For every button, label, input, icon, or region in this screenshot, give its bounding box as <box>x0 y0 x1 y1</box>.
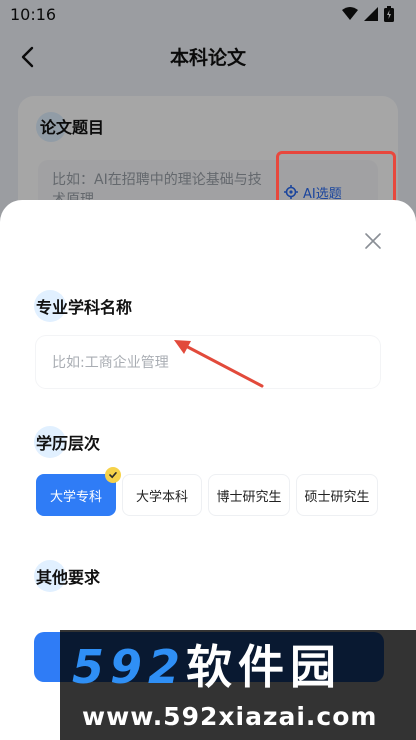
close-icon[interactable] <box>364 232 382 250</box>
degree-options: 大学专科 大学本科 博士研究生 硕士研究生 <box>36 467 378 516</box>
degree-option-label: 硕士研究生 <box>304 489 370 505</box>
watermark-logo: 592软件园 <box>72 640 343 694</box>
watermark: 592软件园 www.592xiazai.com <box>60 630 416 740</box>
degree-section-title-wrap: 学历层次 <box>34 426 101 458</box>
degree-option-junior-college[interactable]: 大学专科 <box>36 467 121 516</box>
other-section-title: 其他要求 <box>36 568 101 587</box>
degree-section-title: 学历层次 <box>36 434 101 453</box>
major-section-title: 专业学科名称 <box>36 298 133 317</box>
major-placeholder: 比如:工商企业管理 <box>52 355 169 371</box>
degree-option-doctoral[interactable]: 博士研究生 <box>208 474 290 516</box>
degree-option-bachelor[interactable]: 大学本科 <box>122 474 202 516</box>
degree-option-master[interactable]: 硕士研究生 <box>296 474 378 516</box>
degree-option-label: 博士研究生 <box>216 489 282 505</box>
watermark-url: www.592xiazai.com <box>82 702 378 731</box>
check-icon <box>105 467 121 483</box>
degree-option-label: 大学本科 <box>135 489 188 505</box>
major-input[interactable]: 比如:工商企业管理 <box>36 336 380 388</box>
major-section-title-wrap: 专业学科名称 <box>34 290 133 322</box>
other-section-title-wrap: 其他要求 <box>34 560 101 592</box>
degree-option-label: 大学专科 <box>49 489 102 505</box>
